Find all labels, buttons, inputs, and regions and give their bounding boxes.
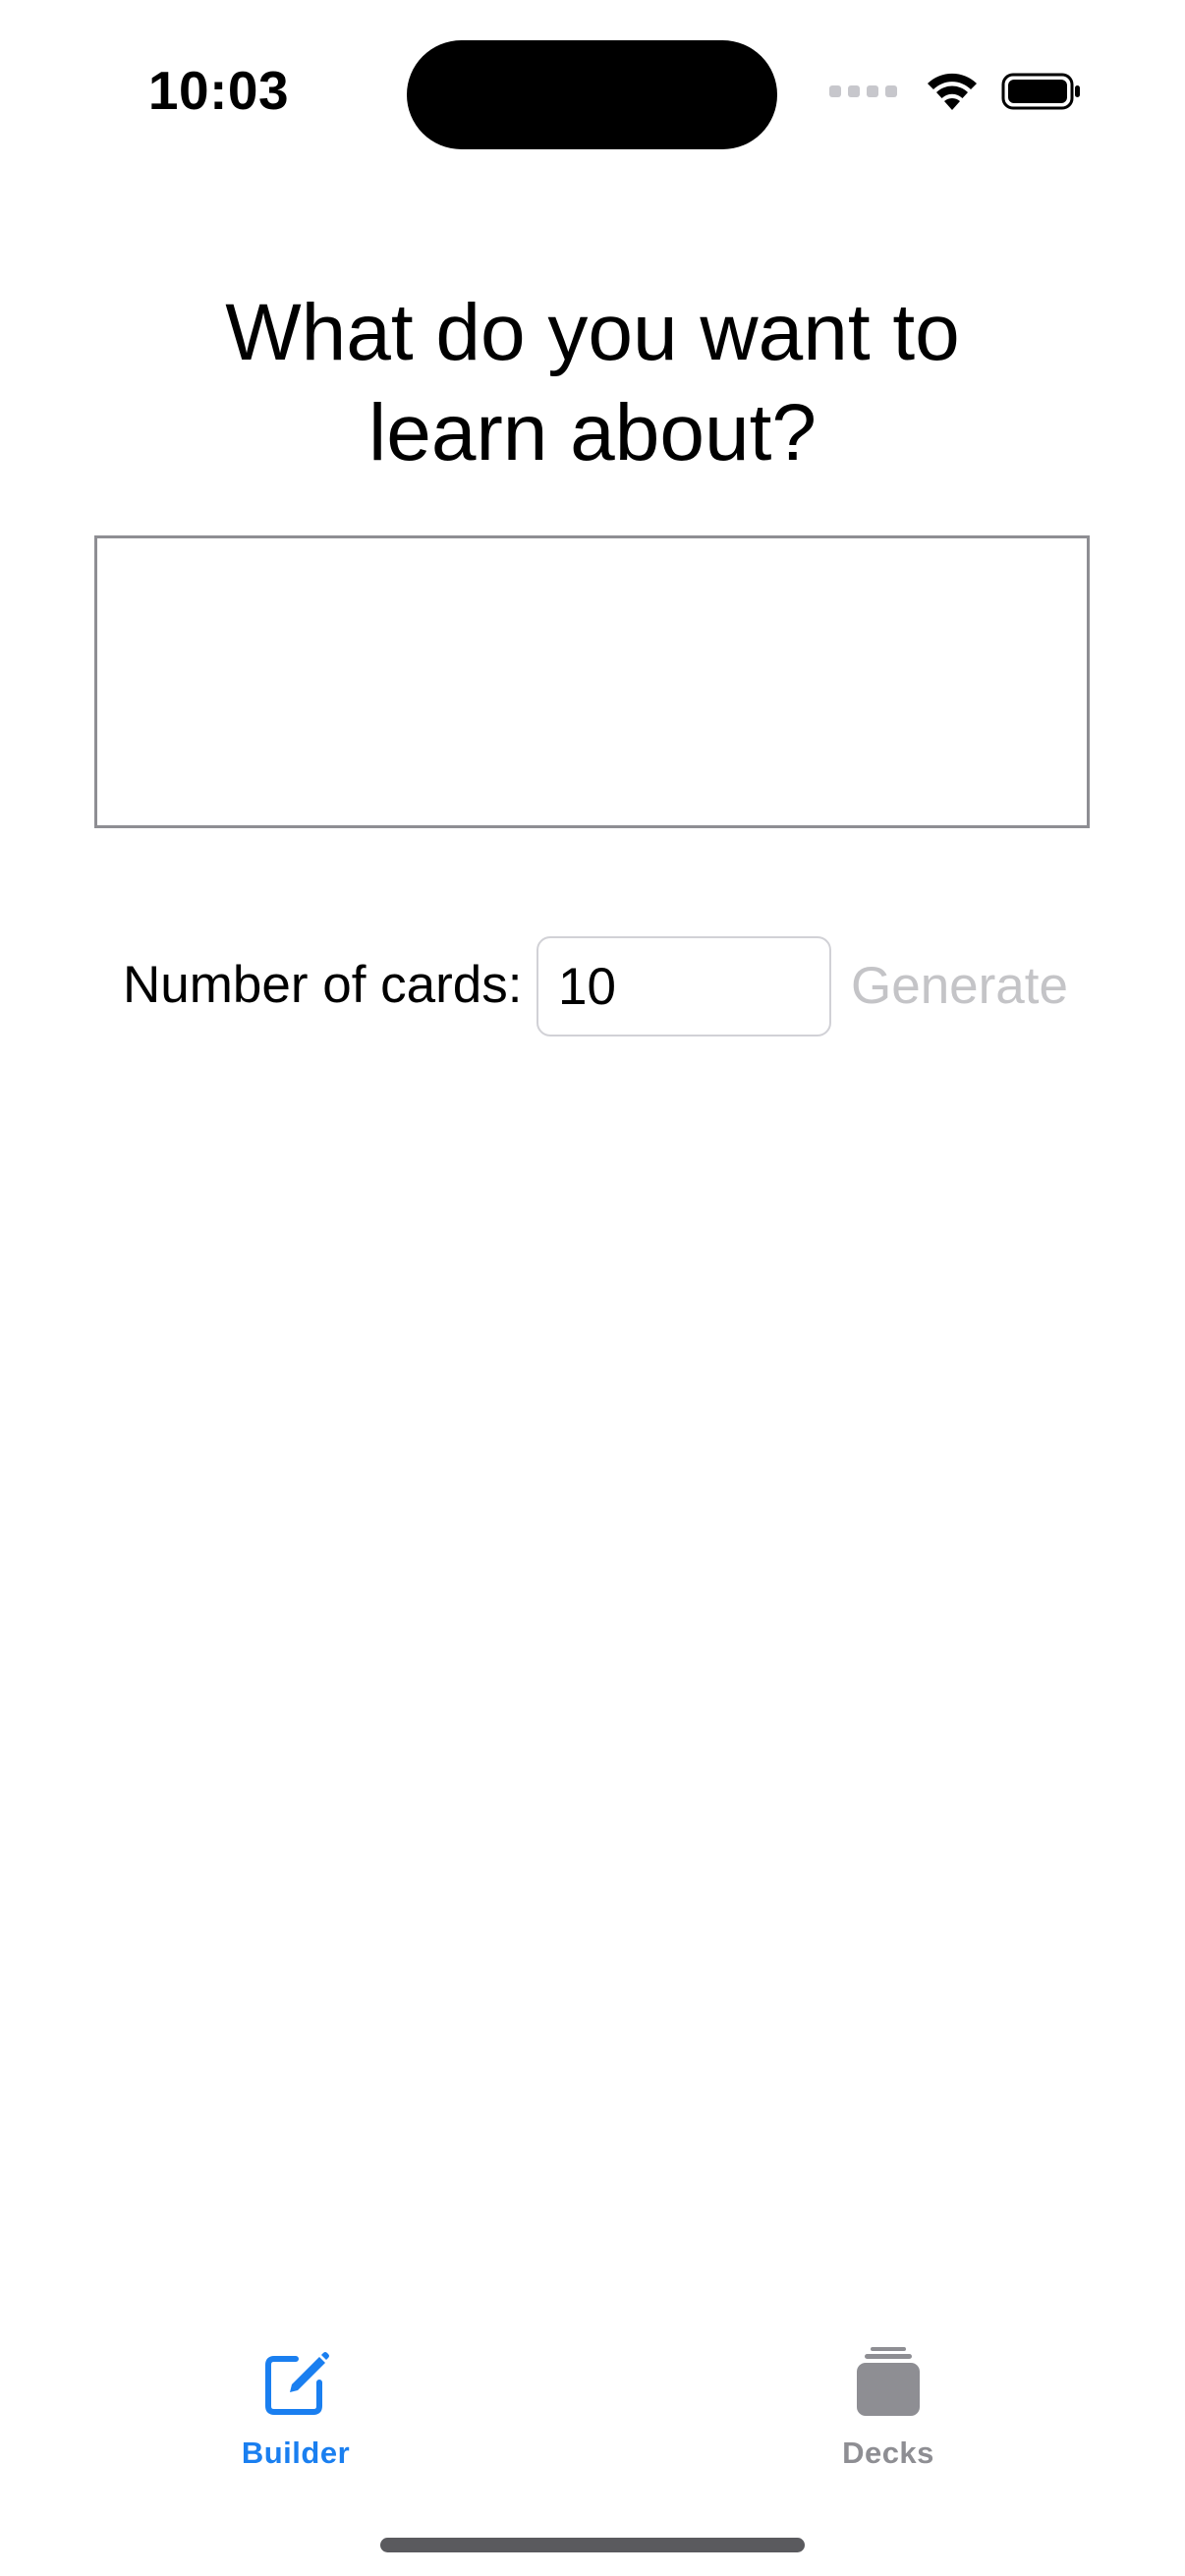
topic-input[interactable]: [94, 535, 1090, 828]
status-time: 10:03: [147, 60, 290, 121]
tab-decks[interactable]: Decks: [770, 2343, 1006, 2471]
card-count-input[interactable]: [536, 936, 831, 1036]
tab-decks-label: Decks: [842, 2436, 934, 2470]
battery-icon: [1001, 73, 1080, 110]
tab-builder[interactable]: Builder: [178, 2343, 414, 2471]
page-title: What do you want to learn about?: [225, 287, 960, 477]
card-count-label: Number of cards:: [123, 956, 523, 1014]
generate-button[interactable]: Generate: [851, 946, 1068, 1025]
home-indicator[interactable]: [380, 2538, 805, 2552]
dynamic-island: [407, 40, 777, 149]
stacked-cards-icon: [857, 2347, 920, 2416]
cellular-signal-icon: [829, 85, 897, 97]
wifi-icon: [928, 73, 977, 110]
tab-builder-label: Builder: [241, 2436, 351, 2470]
square-pencil-icon: [265, 2352, 329, 2415]
status-icons: [829, 71, 1082, 112]
